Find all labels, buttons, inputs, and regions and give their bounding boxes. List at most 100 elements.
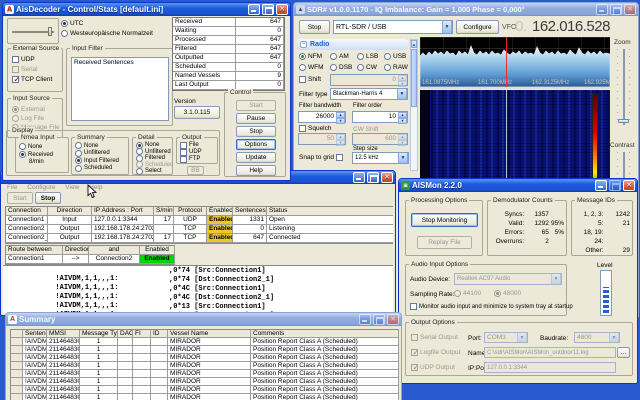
squelch-spinner[interactable]: 50▲▼ [298,133,346,145]
radio-icon[interactable] [136,168,143,175]
radio-icon[interactable] [12,115,19,122]
summary-titlebar[interactable]: A Summary [6,313,401,326]
radio-icon[interactable] [75,142,82,149]
checkbox-icon[interactable] [336,154,343,161]
sdrsharp-titlebar[interactable]: ▲ SDR# v1.0.0.1170 - IQ Imbalance: Gain … [294,3,638,16]
nmea-none-radio[interactable]: None [19,143,42,150]
tcp-client-checkbox[interactable]: TCP Client [12,76,52,83]
summary-input-filtered-radio[interactable]: Input Filtered [75,157,119,164]
summary-row[interactable]: !AIVDM211464830 1 MIRADORPosition Report… [11,394,398,400]
menu-configure[interactable]: Configure [27,184,55,191]
mode-usb[interactable]: USB [384,53,406,60]
stop-button[interactable]: Stop [236,126,276,137]
slider-handle[interactable] [48,27,52,36]
nmea-log[interactable]: !AIVDM,1,1,,,1:,0*74 [Src:Connection1] !… [3,265,393,313]
connection-row[interactable]: Connection2_1Output 192.168.178.24:27021… [6,234,393,243]
replay-file-button[interactable]: Replay File [417,236,472,249]
maximize-button[interactable] [610,4,622,15]
summary-row[interactable]: !AIVDM211464830 1 MIRADORPosition Report… [11,370,398,378]
checkbox-icon[interactable] [299,125,306,132]
output-ftp-checkbox[interactable]: FTP [180,156,200,163]
bb-button[interactable]: BB [187,166,204,175]
control-stats-titlebar[interactable]: A AisDecoder - Control/Stats [default.in… [3,3,290,16]
close-button[interactable] [623,180,635,191]
radio-icon[interactable] [19,151,26,158]
radio-icon[interactable] [61,30,68,37]
shift-spinner[interactable]: 0▲▼ [330,74,408,86]
row-selector[interactable] [11,338,23,346]
chevron-down-icon[interactable]: ▼ [517,332,527,343]
checkbox-icon[interactable] [411,349,418,356]
filter-bandwidth-spinner[interactable]: 26000▲▼ [298,111,346,123]
list-item[interactable]: Received Sentences [74,59,134,66]
route-row[interactable]: Connection1--> Connection2Enabled [6,255,174,264]
radio-panel-header[interactable]: − Radio [297,39,408,50]
row-selector[interactable] [11,354,23,362]
device-select[interactable]: RTL-SDR / USB▼ [333,20,453,34]
checkbox-icon[interactable] [12,76,19,83]
radio-icon[interactable] [299,53,306,60]
maximize-button[interactable] [609,180,621,191]
maximize-button[interactable] [373,314,385,325]
checkbox-icon[interactable] [180,156,187,163]
cw-shift-spinner[interactable]: 600▲▼ [352,133,408,145]
row-selector[interactable] [11,346,23,354]
output-udp-checkbox[interactable]: UDP [180,149,202,156]
output-file-checkbox[interactable]: File [180,142,199,149]
maximize-button[interactable] [262,4,274,15]
zoom-slider-thumb[interactable] [618,119,629,123]
scrollbar-thumb[interactable] [411,49,417,107]
frequency-display[interactable]: 162.016.528 [532,18,610,35]
zoom-slider[interactable] [617,49,630,125]
start-button[interactable]: Start [7,192,33,204]
shift-checkbox[interactable]: Shift [299,76,321,83]
rate-44100-radio[interactable]: 44100 [454,290,481,297]
checkbox-icon[interactable] [299,76,306,83]
external-radio[interactable]: External [12,106,45,113]
checkbox-icon[interactable] [180,149,187,156]
summary-row[interactable]: !AIVDM211464830 1 MIRADORPosition Report… [11,386,398,394]
close-button[interactable] [624,4,636,15]
row-selector[interactable] [11,362,23,370]
mode-nfm[interactable]: NFM [299,53,322,60]
udp-checkbox[interactable]: UDP [12,56,35,63]
summary-row[interactable]: !AIVDM211464830 1 MIRADORPosition Report… [11,354,398,362]
summary-unfiltered-radio[interactable]: Unfiltered [75,150,110,157]
mode-lsb[interactable]: LSB [357,53,378,60]
spectrum-divider[interactable] [420,87,610,89]
radio-icon[interactable] [357,64,364,71]
radio-icon[interactable] [357,53,364,60]
radio-icon[interactable] [330,64,337,71]
stop-button[interactable]: Stop [35,192,61,204]
close-button[interactable] [276,4,288,15]
chevron-down-icon[interactable]: ▼ [442,20,452,34]
summary-row[interactable]: !AIVDM211464830 1 MIRADORPosition Report… [11,338,398,346]
maximize-button[interactable] [367,172,379,183]
logfile-output-checkbox[interactable]: Logfile Output [411,349,460,356]
radio-icon[interactable] [384,53,391,60]
summary-row[interactable]: !AIVDM211464830 1 MIRADORPosition Report… [11,378,398,386]
row-selector[interactable] [11,378,23,386]
close-button[interactable] [387,314,399,325]
udp-ip-field[interactable]: 127.0.0.1:3344 [484,362,616,373]
checkbox-icon[interactable] [12,66,19,73]
close-button[interactable] [381,172,393,183]
sdr-stop-button[interactable]: Stop [299,20,330,34]
chevron-down-icon[interactable]: ▼ [609,332,619,343]
row-selector[interactable] [11,394,23,400]
step-size-select[interactable]: 12.5 kHz▼ [352,152,409,164]
row-selector[interactable] [11,370,23,378]
minimize-button[interactable] [248,4,260,15]
help-button[interactable]: Help [236,165,276,176]
mode-raw[interactable]: RAW [384,64,408,71]
checkbox-icon[interactable] [411,334,418,341]
input-filter-list[interactable]: Received Sentences [71,57,169,121]
radio-icon[interactable] [454,290,461,297]
serial-checkbox[interactable]: Serial [12,66,38,73]
minimize-button[interactable] [596,4,608,15]
radio-icon[interactable] [299,64,306,71]
chevron-down-icon[interactable]: ▼ [397,88,407,100]
minimize-button[interactable] [595,180,607,191]
pause-button[interactable]: Pause [236,113,276,124]
connection-row[interactable]: Connection2Output 192.168.178.24:2702 TC… [6,225,393,234]
